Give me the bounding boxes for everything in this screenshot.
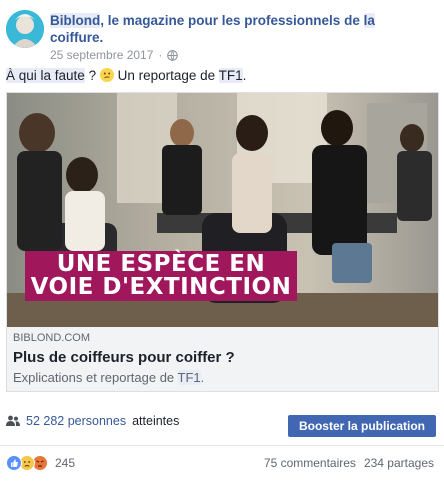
post-caption: À qui la faute ? Un reportage de TF1.: [6, 68, 247, 83]
people-icon: [6, 415, 20, 426]
thinking-face-emoji: [99, 68, 114, 82]
link-preview-card[interactable]: UNE ESPÈCE EN VOIE D'EXTINCTION BIBLOND.…: [6, 92, 439, 392]
boost-post-button[interactable]: Booster la publication: [287, 415, 436, 437]
facebook-post: Biblond, le magazine pour les profession…: [0, 0, 444, 485]
reach-stats: 52 282 personnes atteintes: [6, 414, 179, 428]
post-header: Biblond, le magazine pour les profession…: [6, 10, 438, 62]
post-author-line: Biblond, le magazine pour les profession…: [50, 12, 438, 46]
like-icon: [6, 455, 22, 471]
globe-icon[interactable]: [167, 49, 179, 61]
comments-count-link[interactable]: 75 commentaires: [264, 456, 356, 470]
reactions-summary[interactable]: 245: [6, 455, 75, 471]
reaction-count: 245: [55, 456, 76, 470]
page-avatar[interactable]: [6, 10, 44, 48]
page-name-link[interactable]: Biblond: [50, 13, 101, 28]
link-domain: BIBLOND.COM: [13, 332, 91, 344]
engagement-stats: 75 commentaires 234 partages: [264, 456, 434, 470]
post-meta: 25 septembre 2017 ·: [50, 48, 179, 62]
reach-label: atteintes: [132, 414, 180, 428]
image-banner: UNE ESPÈCE EN VOIE D'EXTINCTION: [25, 251, 297, 301]
link-description: Explications et reportage de TF1.: [13, 370, 205, 385]
divider: [0, 445, 444, 446]
link-title[interactable]: Plus de coiffeurs pour coiffer ?: [13, 349, 235, 366]
post-date[interactable]: 25 septembre 2017: [50, 48, 153, 62]
link-preview-image[interactable]: UNE ESPÈCE EN VOIE D'EXTINCTION: [7, 93, 438, 327]
reach-count[interactable]: 52 282 personnes: [26, 414, 126, 428]
shares-count-link[interactable]: 234 partages: [364, 456, 434, 470]
